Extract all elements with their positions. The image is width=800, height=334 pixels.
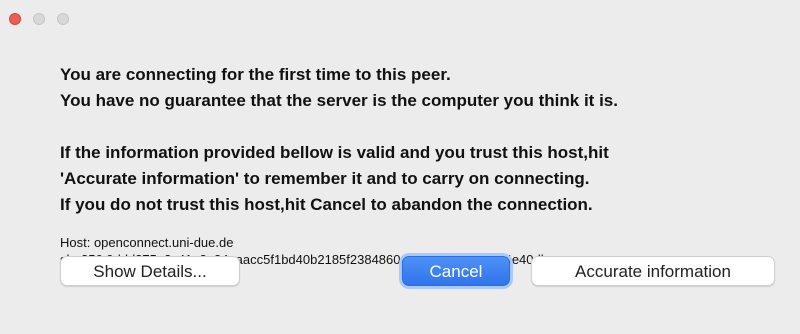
- screen: You are connecting for the first time to…: [0, 0, 800, 334]
- minimize-window-button[interactable]: [33, 13, 45, 25]
- message-line-5: If you do not trust this host,hit Cancel…: [60, 195, 593, 214]
- message-line-3: If the information provided bellow is va…: [60, 143, 609, 162]
- title-bar: [0, 0, 800, 40]
- cancel-button[interactable]: Cancel: [402, 256, 510, 286]
- zoom-window-button[interactable]: [57, 13, 69, 25]
- show-details-button[interactable]: Show Details...: [60, 256, 240, 286]
- close-window-button[interactable]: [9, 13, 21, 25]
- host-name: Host: openconnect.uni-due.de: [60, 235, 234, 250]
- accurate-information-button[interactable]: Accurate information: [531, 256, 775, 286]
- message-line-1: You are connecting for the first time to…: [60, 65, 451, 84]
- message-block: You are connecting for the first time to…: [60, 62, 780, 218]
- dialog-window: You are connecting for the first time to…: [0, 0, 800, 334]
- message-line-4: 'Accurate information' to remember it an…: [60, 169, 590, 188]
- message-line-2: You have no guarantee that the server is…: [60, 91, 618, 110]
